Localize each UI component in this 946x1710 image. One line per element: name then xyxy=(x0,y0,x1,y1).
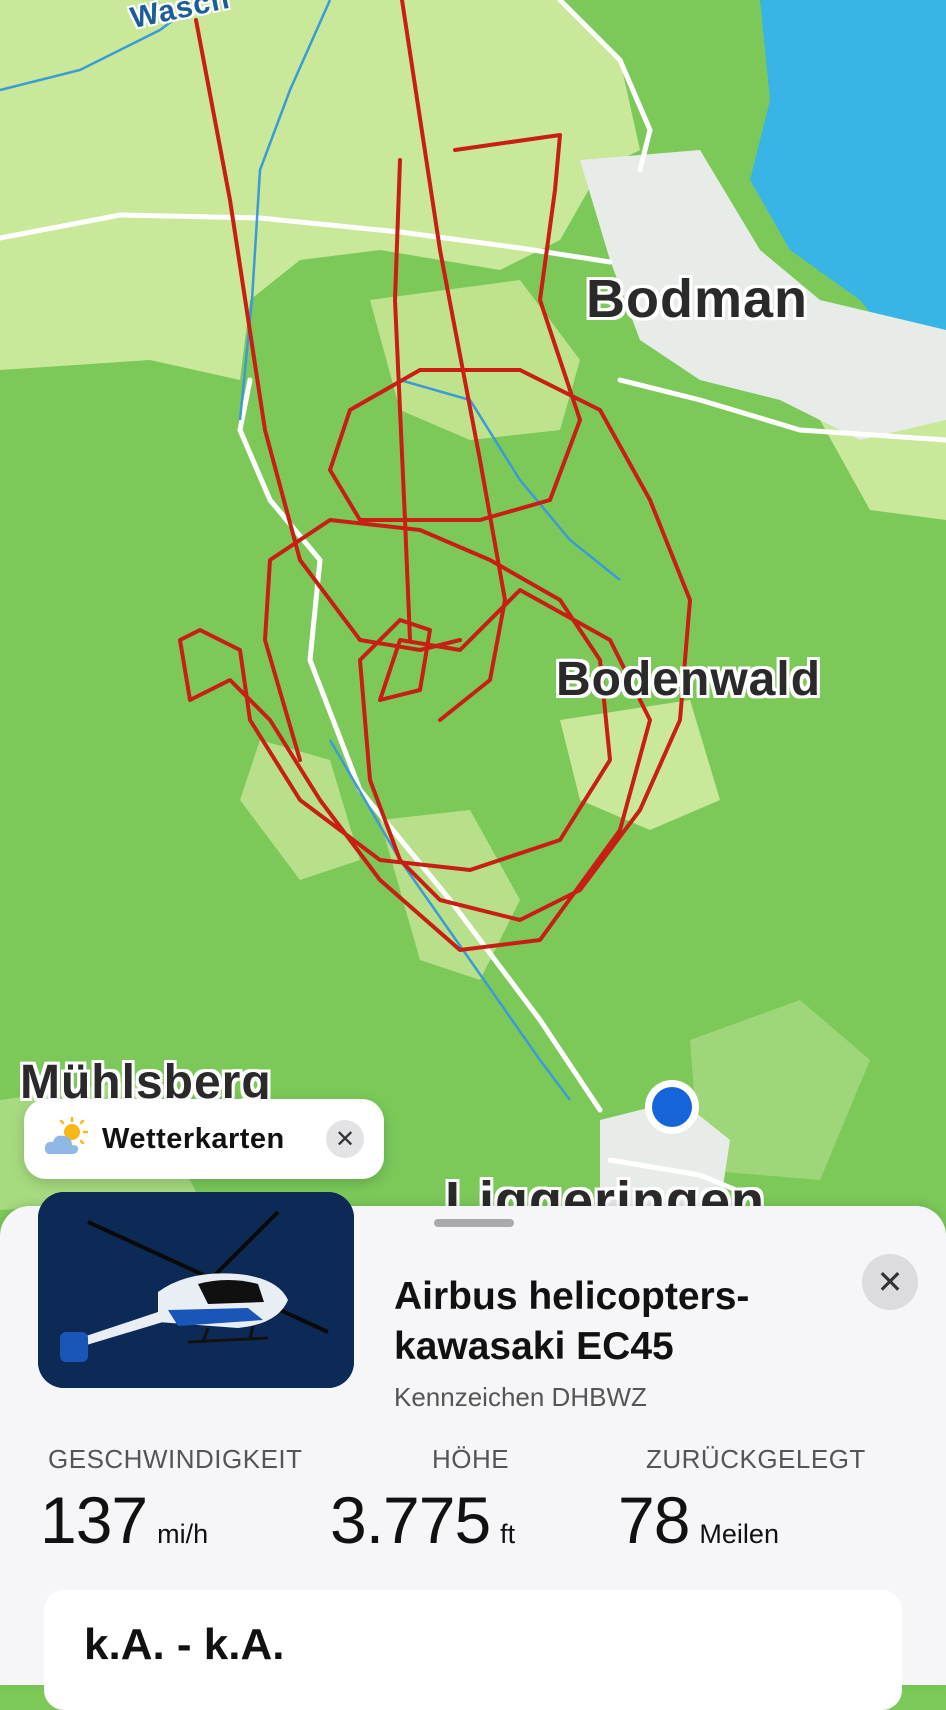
stat-label: HÖHE xyxy=(432,1444,510,1474)
aircraft-title: Airbus helicopters-kawasaki EC45 xyxy=(394,1275,750,1368)
map-label-liggeringen[interactable]: Liggeringen xyxy=(445,1170,765,1208)
aircraft-info-sheet: Airbus helicopters-kawasaki EC45 Kennzei… xyxy=(0,1192,946,1710)
weather-maps-chip[interactable]: Wetterkarten ✕ xyxy=(24,1099,384,1179)
route-card[interactable]: k.A. - k.A. xyxy=(44,1590,902,1710)
stat-altitude: HÖHE 3.775 ft xyxy=(330,1444,515,1557)
cloud-sun-icon xyxy=(44,1116,88,1154)
close-icon[interactable]: ✕ xyxy=(862,1254,918,1310)
helicopter-image xyxy=(38,1192,354,1388)
stat-speed: GESCHWINDIGKEIT 137 mi/h xyxy=(40,1444,303,1557)
weather-maps-label: Wetterkarten xyxy=(102,1122,285,1155)
route-text: k.A. - k.A. xyxy=(84,1620,285,1669)
stat-value: 78 xyxy=(618,1483,690,1557)
stat-unit: Meilen xyxy=(699,1519,779,1549)
stat-unit: mi/h xyxy=(157,1519,209,1549)
stat-label: GESCHWINDIGKEIT xyxy=(48,1444,303,1474)
close-icon[interactable]: ✕ xyxy=(326,1120,364,1158)
stat-value: 3.775 xyxy=(330,1483,491,1557)
sheet-grabber[interactable] xyxy=(434,1219,514,1227)
aircraft-registration: Kennzeichen DHBWZ xyxy=(394,1382,647,1412)
map-label-bodenwald[interactable]: Bodenwald xyxy=(556,652,821,707)
map-label-bodman[interactable]: Bodman xyxy=(586,268,808,330)
helicopter-thumbnail xyxy=(38,1192,354,1388)
stat-label: ZURÜCKGELEGT xyxy=(646,1444,866,1474)
stat-value: 137 xyxy=(40,1483,148,1557)
stat-unit: ft xyxy=(500,1519,516,1549)
stat-distance: ZURÜCKGELEGT 78 Meilen xyxy=(618,1444,866,1557)
